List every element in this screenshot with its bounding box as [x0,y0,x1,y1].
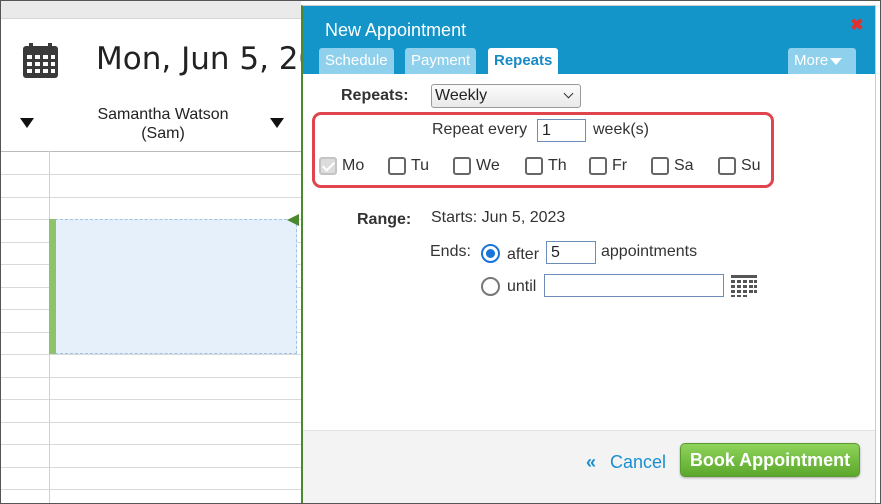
day-checkbox-tu[interactable]: Tu [388,156,429,176]
checkbox-icon[interactable] [388,157,406,175]
date-picker-icon[interactable] [730,274,758,298]
checkbox-icon[interactable] [453,157,471,175]
tab-repeats[interactable]: Repeats [488,48,559,74]
checkbox-icon[interactable] [718,157,736,175]
ends-until-date-input[interactable] [544,274,724,297]
day-checkbox-su[interactable]: Su [718,156,761,176]
staff-nickname: (Sam) [141,125,185,142]
day-label: Sa [674,157,694,174]
day-label: We [476,157,500,174]
checkbox-icon[interactable] [589,157,607,175]
checkbox-icon[interactable] [525,157,543,175]
day-label: Fr [612,157,628,174]
dialog-header: New Appointment ✖ Schedule Payment Repea… [303,6,875,74]
cancel-link[interactable]: « Cancel [586,452,666,473]
repeat-every-label: Repeat every [432,121,528,138]
tab-more-label: More [794,52,829,69]
checkbox-icon[interactable] [651,157,669,175]
tab-payment[interactable]: Payment [405,48,477,74]
book-appointment-button[interactable]: Book Appointment [680,443,860,477]
cancel-label: Cancel [610,452,667,472]
calendar-grid-icon[interactable] [22,43,59,79]
appointment-status-bar [49,219,56,354]
day-checkbox-we[interactable]: We [453,156,500,176]
app-window: Mon, Jun 5, 2023 Samantha Watson (Sam) N… [0,0,881,504]
repeats-frequency-select[interactable]: Weekly [431,84,581,108]
ends-after-unit: appointments [601,243,698,260]
close-x-icon[interactable]: ✖ [849,18,865,34]
day-label: Th [548,157,567,174]
double-left-arrow-icon: « [586,452,597,472]
day-label: Tu [411,157,430,174]
calendar-toolbar-strip [1,1,301,19]
repeat-every-unit: week(s) [593,121,650,138]
staff-column-header: Samantha Watson (Sam) [61,105,265,143]
day-checkbox-fr[interactable]: Fr [589,156,627,176]
repeats-frequency-value: Weekly [435,87,488,104]
range-label: Range: [357,211,412,228]
dialog-pointer [287,214,299,226]
day-checkbox-sa[interactable]: Sa [651,156,694,176]
tab-schedule[interactable]: Schedule [319,48,394,74]
triangle-down-icon[interactable] [19,117,35,129]
repeat-every-input[interactable]: 1 [537,119,586,142]
ends-until-label: until [507,278,537,295]
ends-after-label: after [507,246,540,263]
new-appointment-dialog: New Appointment ✖ Schedule Payment Repea… [301,5,876,503]
range-ends-label: Ends: [430,243,471,260]
repeats-label: Repeats: [341,87,409,104]
range-starts: Starts: Jun 5, 2023 [431,209,566,226]
day-checkbox-mo[interactable]: Mo [319,156,364,176]
staff-name: Samantha Watson [97,106,229,123]
day-label: Su [741,157,761,174]
day-checkbox-th[interactable]: Th [525,156,567,176]
dialog-title: New Appointment [325,20,467,40]
pending-appointment-block[interactable] [50,219,297,354]
staff-dropdown-icon[interactable] [269,117,285,129]
ends-until-radio[interactable] [481,277,500,296]
chevron-down-icon [563,88,574,99]
ends-after-count-input[interactable]: 5 [546,241,596,264]
tab-more[interactable]: More [788,48,856,74]
day-label: Mo [342,157,365,174]
caret-down-icon [830,57,843,65]
checkbox-checked-icon[interactable] [319,157,337,175]
ends-after-radio[interactable] [481,244,500,263]
